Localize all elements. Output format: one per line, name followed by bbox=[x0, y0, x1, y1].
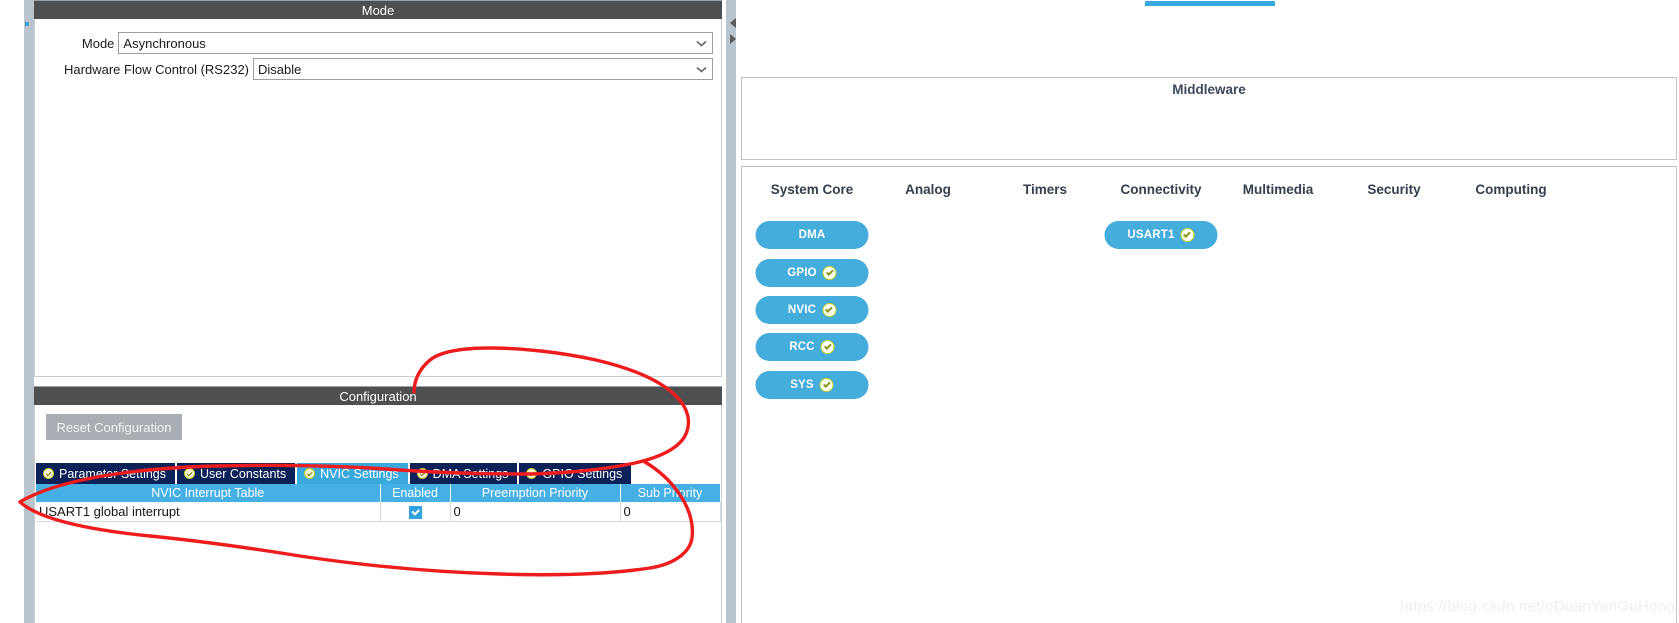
left-splitter-rail[interactable] bbox=[24, 0, 34, 623]
tab-label: GPIO Settings bbox=[542, 466, 623, 481]
mode-section-body: Mode Asynchronous Hardware Flow Control … bbox=[34, 19, 722, 377]
configuration-section-header: Configuration bbox=[34, 386, 722, 405]
category-header-row: System Core Analog Timers Connectivity Multi… bbox=[742, 167, 1676, 211]
middleware-title: Middleware bbox=[1172, 82, 1246, 97]
tab-label: User Constants bbox=[200, 466, 287, 481]
application-window: Mode Mode Asynchronous Hardware Flow Con… bbox=[0, 0, 1679, 623]
check-circle-icon bbox=[416, 468, 428, 479]
check-circle-icon bbox=[43, 468, 54, 479]
hardware-flow-control-select[interactable]: Disable bbox=[253, 58, 713, 80]
category-header-analog[interactable]: Analog bbox=[905, 182, 951, 197]
tab-gpio-settings[interactable]: GPIO Settings bbox=[519, 463, 634, 484]
peripheral-pill-label: RCC bbox=[789, 341, 815, 353]
column-header-enabled[interactable]: Enabled bbox=[380, 484, 451, 502]
category-header-computing[interactable]: Computing bbox=[1475, 182, 1546, 197]
tab-label: Parameter Settings bbox=[59, 466, 166, 481]
middleware-group: Middleware bbox=[741, 77, 1677, 160]
check-circle-icon bbox=[819, 378, 834, 392]
check-circle-icon bbox=[184, 468, 195, 479]
column-header-preemption-priority[interactable]: Preemption Priority bbox=[450, 484, 621, 502]
category-header-security[interactable]: Security bbox=[1367, 182, 1420, 197]
cell-interrupt-name: USART1 global interrupt bbox=[36, 502, 381, 522]
chevron-down-icon[interactable] bbox=[690, 33, 712, 53]
category-header-timers[interactable]: Timers bbox=[1023, 182, 1067, 197]
check-circle-icon bbox=[526, 468, 538, 479]
peripheral-pill-gpio[interactable]: GPIO bbox=[755, 259, 869, 287]
hardware-flow-control-value: Disable bbox=[258, 61, 302, 77]
peripheral-categories-group: System Core Analog Timers Connectivity Multi… bbox=[741, 166, 1677, 623]
enabled-checkbox[interactable] bbox=[409, 505, 422, 519]
check-circle-icon bbox=[822, 266, 837, 280]
peripheral-pill-label: NVIC bbox=[787, 304, 817, 316]
peripheral-pill-usart1[interactable]: USART1 bbox=[1104, 221, 1218, 249]
peripheral-pill-label: SYS bbox=[790, 379, 814, 391]
check-circle-icon bbox=[304, 468, 316, 479]
pinout-component-panel: Middleware System Core Analog Timers Connec… bbox=[736, 0, 1679, 623]
active-tab-underline bbox=[1145, 1, 1275, 6]
column-header-interrupt[interactable]: NVIC Interrupt Table bbox=[36, 484, 381, 502]
configuration-tabs: Parameter Settings User Constants NVIC S… bbox=[36, 463, 634, 484]
hardware-flow-control-label: Hardware Flow Control (RS232) bbox=[64, 61, 249, 77]
mode-select-value: Asynchronous bbox=[123, 35, 206, 51]
peripheral-pill-label: GPIO bbox=[787, 267, 817, 279]
watermark-text: https://blog.csdn.net/oDuanYanGuHong bbox=[1400, 598, 1675, 615]
chevron-down-icon[interactable] bbox=[690, 59, 712, 79]
check-circle-icon bbox=[822, 303, 837, 317]
tab-dma-settings[interactable]: DMA Settings bbox=[409, 463, 520, 484]
tab-user-constants[interactable]: User Constants bbox=[177, 463, 298, 484]
peripheral-pill-label: DMA bbox=[798, 229, 826, 241]
configuration-section-body: Reset Configuration Parameter Settings U… bbox=[34, 405, 722, 623]
field-row-hardware-flow-control: Hardware Flow Control (RS232) Disable bbox=[45, 58, 713, 80]
category-header-connectivity[interactable]: Connectivity bbox=[1120, 182, 1201, 197]
tab-label: NVIC Settings bbox=[320, 466, 399, 481]
mode-select[interactable]: Asynchronous bbox=[118, 32, 713, 54]
nvic-interrupt-table: NVIC Interrupt Table Enabled Preemption … bbox=[36, 484, 721, 522]
configuration-section: Configuration Reset Configuration Parame… bbox=[34, 386, 722, 623]
tab-nvic-settings[interactable]: NVIC Settings bbox=[297, 463, 410, 484]
peripheral-pill-rcc[interactable]: RCC bbox=[755, 333, 869, 361]
category-header-system-core[interactable]: System Core bbox=[771, 182, 854, 197]
peripheral-pill-sys[interactable]: SYS bbox=[755, 371, 869, 399]
peripheral-config-panel: Mode Mode Asynchronous Hardware Flow Con… bbox=[34, 0, 722, 623]
cell-sub-priority[interactable]: 0 bbox=[620, 502, 721, 522]
column-header-sub-priority[interactable]: Sub Priority bbox=[620, 484, 721, 502]
table-header-row: NVIC Interrupt Table Enabled Preemption … bbox=[36, 484, 721, 502]
field-row-mode: Mode Asynchronous bbox=[45, 32, 713, 54]
reset-configuration-button[interactable]: Reset Configuration bbox=[46, 414, 182, 440]
tab-parameter-settings[interactable]: Parameter Settings bbox=[36, 463, 177, 484]
mode-label: Mode bbox=[81, 35, 115, 51]
tab-label: DMA Settings bbox=[432, 466, 509, 481]
peripheral-pill-dma[interactable]: DMA bbox=[755, 221, 869, 249]
peripheral-pill-label: USART1 bbox=[1127, 229, 1175, 241]
rail-marker bbox=[25, 22, 29, 26]
mode-section-header: Mode bbox=[34, 0, 722, 19]
table-row[interactable]: USART1 global interrupt 0 0 bbox=[36, 502, 721, 522]
peripheral-pill-nvic[interactable]: NVIC bbox=[755, 296, 869, 324]
check-circle-icon bbox=[820, 340, 835, 354]
cell-enabled[interactable] bbox=[380, 502, 451, 522]
center-splitter-rail[interactable] bbox=[726, 0, 736, 623]
cell-preemption-priority[interactable]: 0 bbox=[450, 502, 621, 522]
category-header-multimedia[interactable]: Multimedia bbox=[1243, 182, 1314, 197]
check-circle-icon bbox=[1180, 228, 1195, 242]
